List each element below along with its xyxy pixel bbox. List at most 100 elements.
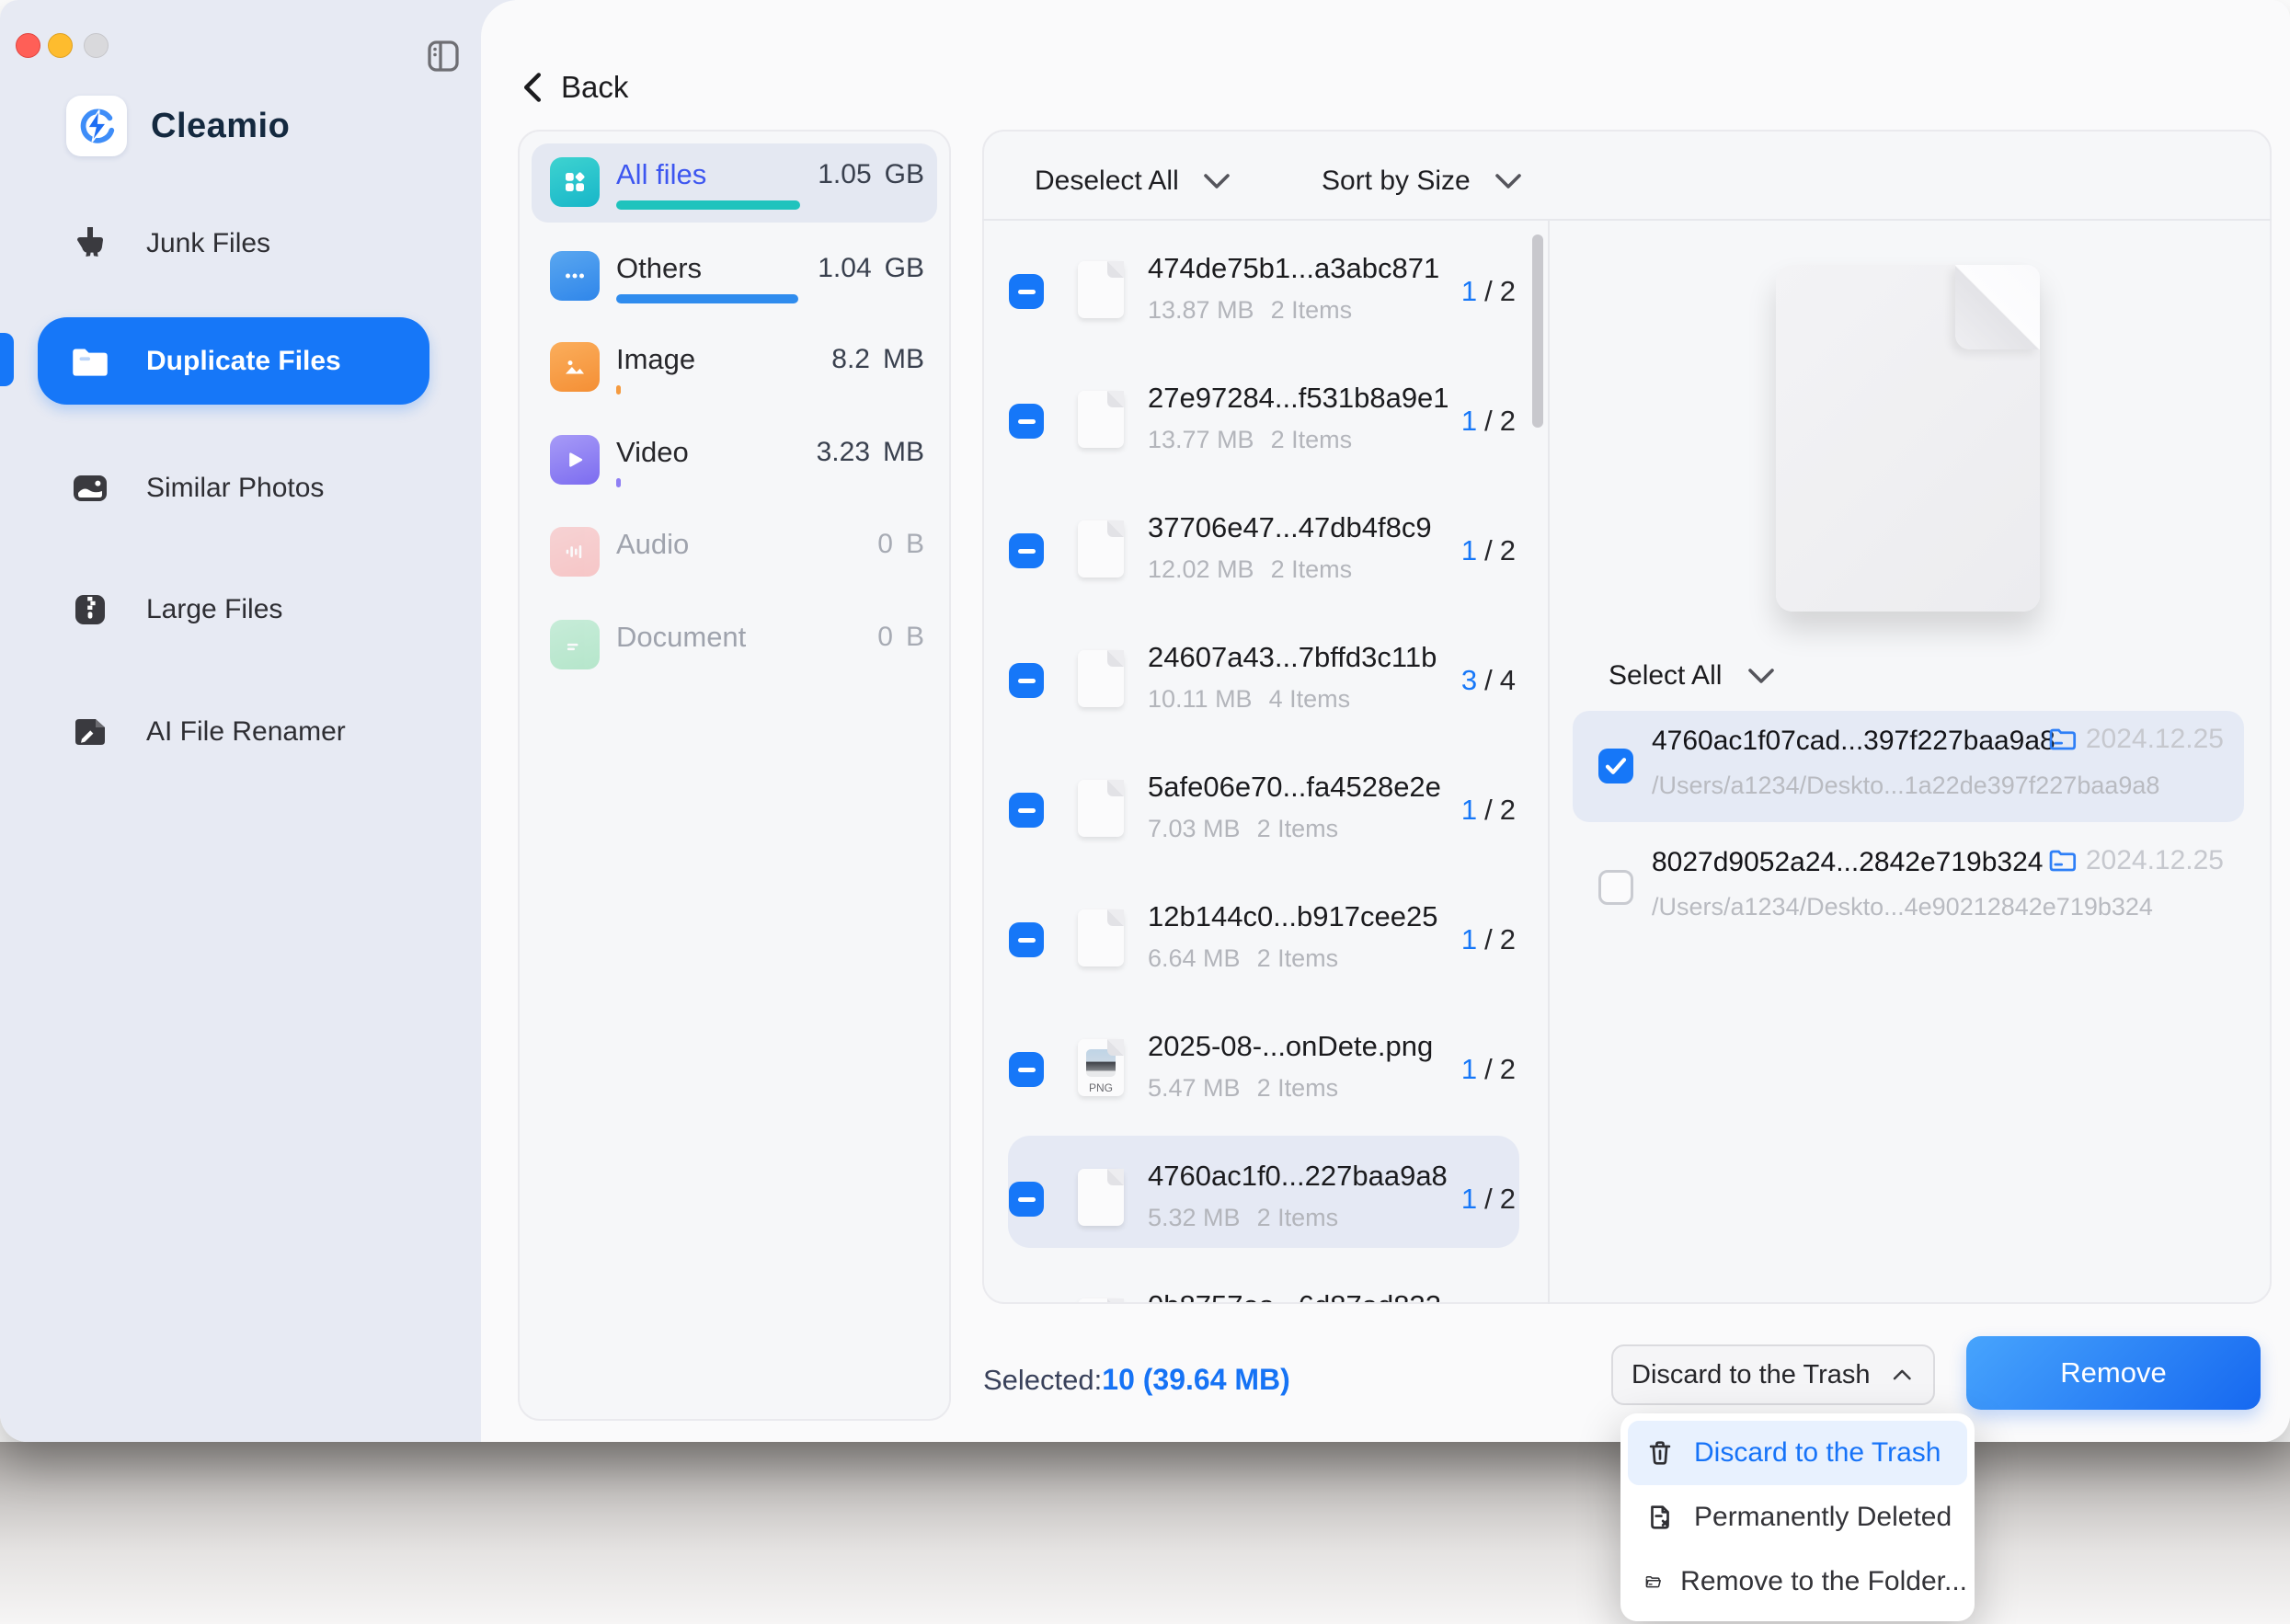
folder-icon [65,337,115,386]
category-label: Others [616,250,702,287]
file-checkbox-checked[interactable] [1598,749,1633,783]
remove-button[interactable]: Remove [1966,1336,2261,1410]
category-others[interactable]: Others 1.04GB [532,237,937,316]
menu-item-discard-to-trash[interactable]: Discard to the Trash [1628,1421,1967,1485]
file-checkbox-unchecked[interactable] [1598,870,1633,905]
folder-icon [2047,726,2078,753]
category-label: Image [616,341,695,378]
page-fold [1955,265,2040,349]
menu-item-label: Discard to the Trash [1694,1437,1941,1469]
category-usage-bar [616,478,621,487]
group-count: 1/2 [1461,745,1516,875]
zoom-button[interactable] [84,33,109,58]
sidebar-item-label: Similar Photos [146,473,324,504]
image-icon [550,342,600,392]
group-row[interactable]: 24607a43...7bffd3c11b 10.11 MB4 Items 3/… [982,615,1548,745]
category-document[interactable]: Document 0B [532,606,937,685]
category-label: Audio [616,526,689,563]
sidebar-item-junk-files[interactable]: Junk Files [38,200,429,287]
group-row[interactable]: 0b8757ea...6d87ad832 [982,1264,1548,1302]
sort-by-dropdown[interactable]: Sort by Size [1322,162,1522,200]
group-meta: 7.03 MB2 Items [1148,815,1338,843]
deselect-checkbox[interactable] [1009,1052,1044,1087]
deselect-checkbox[interactable] [1009,404,1044,439]
group-name: 24607a43...7bffd3c11b [1148,641,1437,674]
scrollbar[interactable] [1532,234,1543,428]
group-name: 37706e47...47db4f8c9 [1148,511,1432,544]
group-row[interactable]: 12b144c0...b917cee25 6.64 MB2 Items 1/2 [982,875,1548,1004]
category-size: 3.23MB [817,434,924,471]
group-count: 1/2 [1461,875,1516,1004]
group-name: 0b8757ea...6d87ad832 [1148,1289,1441,1302]
deselect-checkbox[interactable] [1009,663,1044,698]
sidebar-item-label: Junk Files [146,228,270,259]
sidebar-toggle-icon[interactable] [427,37,460,75]
removal-method-label: Discard to the Trash [1632,1360,1871,1390]
file-icon [1078,1298,1124,1302]
close-button[interactable] [16,33,40,58]
group-row[interactable]: 5afe06e70...fa4528e2e 7.03 MB2 Items 1/2 [982,745,1548,875]
category-audio[interactable]: Audio 0B [532,513,937,592]
removal-method-select[interactable]: Discard to the Trash [1611,1344,1935,1405]
all-files-icon [550,157,600,207]
deselect-checkbox[interactable] [1009,533,1044,568]
menu-item-permanently-deleted[interactable]: Permanently Deleted [1628,1485,1967,1550]
png-thumbnail [1086,1049,1116,1077]
check-icon [1605,757,1627,775]
folder-open-icon [1644,1566,1662,1597]
group-row[interactable]: PNG 2025-08-...onDete.png 5.47 MB2 Items… [982,1004,1548,1134]
screen: Cleamio Junk Files Dup [0,0,2290,1624]
file-path: /Users/a1234/Deskto...1a22de397f227baa9a… [1652,772,2159,800]
category-image[interactable]: Image 8.2MB [532,328,937,407]
png-badge: PNG [1078,1081,1124,1094]
file-name: 8027d9052a24...2842e719b324 [1652,847,2043,878]
menu-item-label: Remove to the Folder... [1680,1566,1967,1597]
select-all-dropdown[interactable]: Select All [1609,660,1775,692]
deselect-checkbox[interactable] [1009,274,1044,309]
group-row-selected[interactable]: 4760ac1f0...227baa9a8 5.32 MB2 Items 1/2 [982,1134,1548,1264]
sidebar-item-ai-file-renamer[interactable]: AI File Renamer [38,688,429,775]
group-name: 4760ac1f0...227baa9a8 [1148,1160,1448,1193]
category-usage-bar [616,200,800,210]
audio-icon [550,527,600,577]
archive-icon [65,585,115,635]
group-row[interactable]: 37706e47...47db4f8c9 12.02 MB2 Items 1/2 [982,486,1548,615]
group-count: 1/2 [1461,356,1516,486]
file-x-icon [1644,1502,1676,1533]
group-count: 1/2 [1461,486,1516,615]
sidebar-item-similar-photos[interactable]: Similar Photos [38,444,429,532]
back-button[interactable]: Back [521,70,628,105]
group-row[interactable]: 474de75b1...a3abc871 13.87 MB2 Items 1/2 [982,226,1548,356]
category-size: 0B [877,619,924,656]
group-meta: 5.47 MB2 Items [1148,1074,1338,1103]
minimize-button[interactable] [48,33,73,58]
category-size: 1.04GB [818,250,924,287]
sidebar-item-large-files[interactable]: Large Files [38,566,429,653]
group-row[interactable]: 27e97284...f531b8a9e1 13.77 MB2 Items 1/… [982,356,1548,486]
group-meta: 5.32 MB2 Items [1148,1204,1338,1232]
deselect-checkbox[interactable] [1009,1182,1044,1217]
deselect-checkbox[interactable] [1009,922,1044,957]
category-all-files[interactable]: All files 1.05GB [532,143,937,223]
menu-item-label: Permanently Deleted [1694,1502,1952,1533]
group-count: 3/4 [1461,615,1516,745]
brush-icon [65,219,115,269]
file-name: 4760ac1f07cad...397f227baa9a8 [1652,726,2055,757]
category-video[interactable]: Video 3.23MB [532,421,937,500]
duplicate-file-row[interactable]: 4760ac1f07cad...397f227baa9a8 2024.12.25… [1573,711,2244,822]
others-icon [550,251,600,301]
menu-item-remove-to-folder[interactable]: Remove to the Folder... [1628,1550,1967,1614]
trash-icon [1644,1437,1676,1469]
deselect-checkbox[interactable] [1009,793,1044,828]
duplicate-file-row[interactable]: 8027d9052a24...2842e719b324 2024.12.25 /… [1573,832,2244,944]
category-label: Document [616,619,746,656]
sidebar-item-duplicate-files[interactable]: Duplicate Files [38,317,429,405]
group-name: 27e97284...f531b8a9e1 [1148,382,1449,415]
png-file-icon: PNG [1078,1039,1124,1096]
sidebar-item-label: Duplicate Files [146,346,341,377]
group-meta: 10.11 MB4 Items [1148,685,1350,714]
duplicate-groups-list: 474de75b1...a3abc871 13.87 MB2 Items 1/2… [982,221,1548,1302]
deselect-all-dropdown[interactable]: Deselect All [1035,162,1231,200]
category-label: Video [616,434,689,471]
sidebar-item-label: AI File Renamer [146,716,346,748]
